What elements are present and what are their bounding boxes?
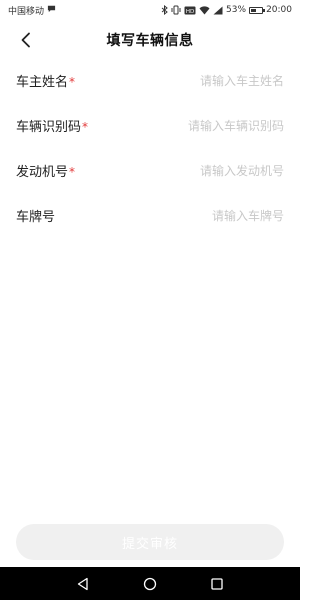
field-label-text: 发动机号 bbox=[16, 165, 69, 180]
status-left: 中国移动 bbox=[8, 4, 56, 17]
vibrate-icon bbox=[171, 5, 181, 15]
status-bar: 中国移动 HD 53% 20:00 bbox=[0, 0, 300, 20]
required-mark: * bbox=[82, 120, 89, 134]
form-row-engine-number: 发动机号* bbox=[0, 148, 300, 193]
form-row-owner-name: 车主姓名* bbox=[0, 58, 300, 103]
field-label: 发动机号* bbox=[16, 161, 75, 180]
field-label: 车牌号 bbox=[16, 206, 56, 225]
plate-number-input[interactable] bbox=[154, 208, 284, 223]
screen: 中国移动 HD 53% 20:00 填写车辆信息 车主姓名* 请输入车主姓名 车… bbox=[0, 0, 300, 600]
wifi-icon bbox=[199, 5, 210, 15]
nav-home-button[interactable] bbox=[138, 572, 162, 596]
field-label-text: 车辆识别码 bbox=[16, 120, 82, 135]
nav-recents-button[interactable] bbox=[205, 572, 229, 596]
page-title: 填写车辆信息 bbox=[106, 33, 194, 49]
form-row-vin: 车辆识别码* bbox=[0, 103, 300, 148]
carrier-name: 中国移动 bbox=[8, 6, 45, 17]
chevron-left-icon bbox=[21, 32, 30, 48]
form-row-plate-number: 车牌号 bbox=[0, 193, 300, 238]
hd-icon: HD bbox=[184, 6, 196, 15]
field-label-text: 车主姓名 bbox=[16, 75, 69, 90]
battery-level bbox=[251, 8, 257, 12]
battery-percent: 53% bbox=[226, 5, 247, 15]
battery-icon bbox=[249, 6, 266, 14]
nav-back-button[interactable] bbox=[71, 572, 95, 596]
header: 填写车辆信息 bbox=[0, 22, 300, 58]
submit-review-button[interactable]: 提交审核 bbox=[16, 524, 284, 560]
required-mark: * bbox=[69, 75, 76, 89]
svg-text:HD: HD bbox=[186, 8, 194, 14]
clock: 20:00 bbox=[266, 5, 292, 15]
vin-input[interactable] bbox=[154, 118, 284, 133]
signal-icon bbox=[213, 6, 223, 15]
field-label-text: 车牌号 bbox=[16, 210, 56, 225]
vehicle-info-form: 车主姓名* 车辆识别码* 发动机号* 车牌号 bbox=[0, 58, 300, 238]
triangle-back-icon bbox=[78, 577, 88, 590]
status-right: HD 53% 20:00 bbox=[161, 5, 292, 15]
engine-number-input[interactable] bbox=[154, 163, 284, 178]
field-label: 车主姓名* bbox=[16, 71, 75, 90]
field-label: 车辆识别码* bbox=[16, 116, 88, 135]
owner-name-input[interactable] bbox=[154, 73, 284, 88]
square-recents-icon bbox=[210, 577, 223, 590]
circle-home-icon bbox=[143, 577, 157, 590]
back-button[interactable] bbox=[14, 28, 38, 52]
message-icon bbox=[47, 4, 56, 16]
required-mark: * bbox=[69, 165, 76, 179]
system-nav-bar bbox=[0, 567, 300, 600]
bluetooth-icon bbox=[161, 5, 168, 15]
